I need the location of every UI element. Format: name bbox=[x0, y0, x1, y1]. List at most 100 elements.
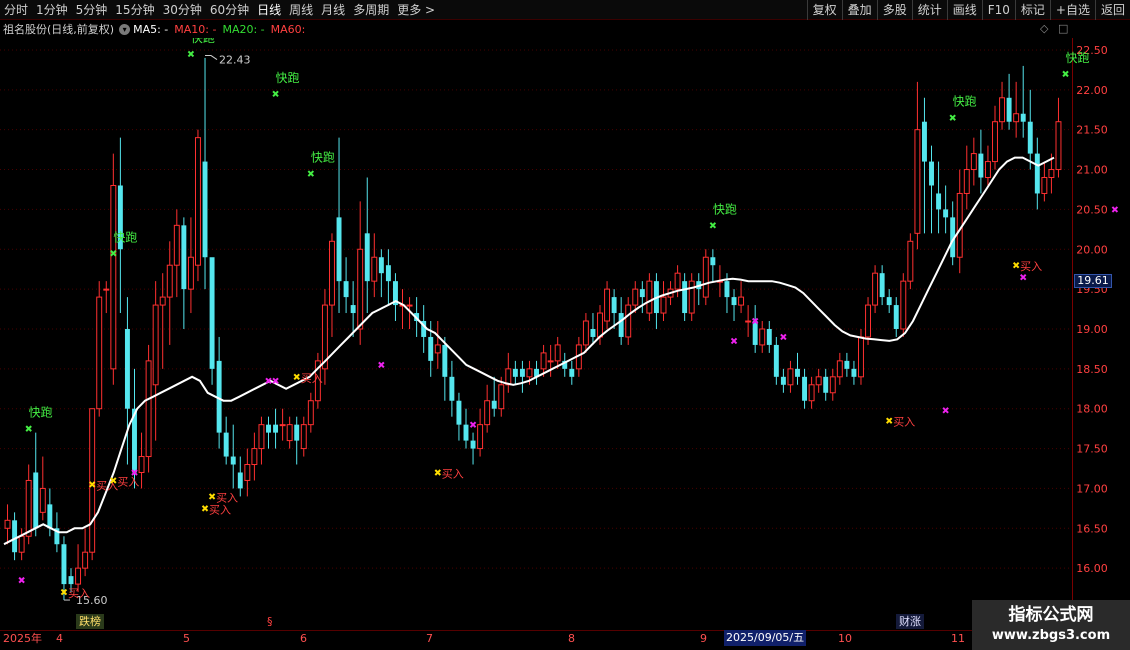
current-price-tag: 19.61 bbox=[1074, 274, 1112, 288]
buy-signal-label: 买入 bbox=[117, 475, 139, 488]
candle-body-up bbox=[244, 464, 251, 481]
y-tick-label: 21.00 bbox=[1076, 164, 1108, 177]
action-buttons: 复权 叠加 多股 统计 画线 F10 标记 +自选 返回 bbox=[806, 0, 1130, 20]
candle-body-down bbox=[364, 233, 370, 282]
candle-body-down bbox=[844, 360, 850, 369]
y-tick-label: 18.00 bbox=[1076, 403, 1108, 416]
candle-body-up bbox=[829, 376, 836, 394]
candle-body-up bbox=[865, 304, 872, 338]
action-button-0[interactable]: 复权 bbox=[806, 0, 842, 20]
candle-body-up bbox=[279, 424, 286, 427]
y-tick-label: 19.00 bbox=[1076, 323, 1108, 336]
magenta-signal-marker bbox=[1111, 206, 1119, 213]
month-label-8: 8 bbox=[568, 632, 575, 645]
high-price-label: 22.43 bbox=[219, 54, 251, 67]
candle-body-down bbox=[491, 400, 497, 409]
candle-body-down bbox=[879, 273, 885, 298]
candle-body-up bbox=[632, 288, 639, 306]
y-tick-label: 17.00 bbox=[1076, 482, 1108, 495]
y-tick-label: 17.50 bbox=[1076, 443, 1108, 456]
action-button-3[interactable]: 统计 bbox=[911, 0, 947, 20]
candle-body-up bbox=[329, 240, 335, 306]
month-label-9: 9 bbox=[700, 632, 707, 645]
sell-signal-marker bbox=[25, 425, 32, 432]
sell-signal-label: 快跑 bbox=[276, 71, 300, 85]
year-label: 2025年 bbox=[3, 632, 42, 645]
candle-body-up bbox=[992, 121, 998, 163]
dropdown-circle-icon[interactable]: ▾ bbox=[119, 23, 131, 35]
sell-signal-label: 快跑 bbox=[713, 202, 737, 216]
action-button-4[interactable]: 画线 bbox=[946, 0, 982, 20]
month-label-5: 5 bbox=[183, 632, 190, 645]
high-pointer bbox=[205, 55, 218, 60]
sell-signal-marker bbox=[307, 170, 315, 177]
action-button-6[interactable]: 标记 bbox=[1014, 0, 1050, 20]
period-tab-0[interactable]: 分时 bbox=[0, 0, 32, 20]
ma5-label: MA5: - bbox=[133, 22, 169, 36]
kline-chart[interactable]: 16.0016.5017.0017.5018.0018.5019.0019.50… bbox=[0, 38, 1130, 614]
period-tab-8[interactable]: 月线 bbox=[317, 0, 349, 20]
watermark-title: 指标公式网 bbox=[1008, 605, 1094, 625]
candle-body-up bbox=[702, 256, 709, 298]
action-button-2[interactable]: 多股 bbox=[876, 0, 912, 20]
candle-body-down bbox=[470, 440, 476, 449]
ma60-label: MA60: bbox=[270, 22, 306, 36]
candle-body-up bbox=[808, 384, 815, 402]
candle-body-down bbox=[47, 504, 53, 529]
magenta-signal-marker bbox=[780, 333, 787, 341]
candle-body-down bbox=[33, 472, 39, 529]
action-button-1[interactable]: 叠加 bbox=[841, 0, 877, 20]
period-tab-4[interactable]: 30分钟 bbox=[159, 0, 206, 20]
dieban-tag[interactable]: 跌榜 bbox=[76, 614, 104, 629]
candle-body-up bbox=[96, 296, 103, 410]
candle-body-down bbox=[590, 328, 596, 337]
candle-body-down bbox=[639, 289, 645, 298]
sell-signal-label: 快跑 bbox=[311, 151, 335, 165]
candle-body-up bbox=[872, 272, 879, 306]
sell-signal-marker bbox=[187, 50, 195, 58]
period-tab-7[interactable]: 周线 bbox=[285, 0, 317, 20]
candle-body-up bbox=[688, 280, 695, 314]
action-button-8[interactable]: 返回 bbox=[1094, 0, 1130, 20]
period-tabs: 分时 1分钟 5分钟 15分钟 30分钟 60分钟 日线 周线 月线 多周期 更多 > bbox=[0, 0, 439, 20]
period-tab-5[interactable]: 60分钟 bbox=[206, 0, 253, 20]
candle-body-down bbox=[378, 257, 384, 274]
period-tab-2[interactable]: 5分钟 bbox=[72, 0, 112, 20]
candle-body-down bbox=[1034, 153, 1040, 194]
candle-body-up bbox=[110, 184, 117, 370]
ma10-label: MA10: - bbox=[174, 22, 217, 36]
candle-body-up bbox=[836, 360, 843, 378]
selected-date-box: 2025/09/05/五 bbox=[724, 630, 807, 646]
period-tab-1[interactable]: 1分钟 bbox=[32, 0, 72, 20]
action-button-7[interactable]: +自选 bbox=[1049, 0, 1095, 20]
candle-body-up bbox=[251, 448, 258, 466]
candle-body-up bbox=[406, 304, 413, 307]
buy-signal-marker bbox=[293, 373, 300, 381]
period-tab-3[interactable]: 15分钟 bbox=[111, 0, 158, 20]
caizhang-tag[interactable]: 财涨 bbox=[896, 614, 924, 629]
candle-body-up bbox=[194, 137, 201, 266]
candle-body-down bbox=[731, 297, 737, 306]
magenta-signal-marker bbox=[378, 361, 385, 369]
y-tick-label: 16.00 bbox=[1076, 562, 1108, 575]
candle-body-down bbox=[851, 368, 857, 377]
diamond-icon[interactable]: ◇ bbox=[1040, 22, 1048, 35]
candle-body-up bbox=[582, 320, 589, 346]
candle-body-up bbox=[540, 352, 547, 370]
period-tab-6[interactable]: 日线 bbox=[253, 0, 285, 20]
candle-body-down bbox=[223, 432, 229, 457]
candle-body-down bbox=[350, 305, 356, 314]
candle-body-down bbox=[336, 217, 342, 282]
candle-body-down bbox=[569, 368, 575, 377]
square-icon[interactable]: □ bbox=[1058, 22, 1068, 35]
action-button-5[interactable]: F10 bbox=[981, 0, 1015, 20]
watermark-url: www.zbgs3.com bbox=[991, 628, 1111, 643]
candle-body-up bbox=[82, 551, 89, 569]
buy-signal-label: 买入 bbox=[301, 372, 323, 385]
candle-body-down bbox=[943, 209, 949, 218]
month-label-11: 11 bbox=[951, 632, 965, 645]
period-tab-10[interactable]: 更多 > bbox=[393, 0, 439, 20]
candle-body-up bbox=[484, 400, 491, 426]
period-tab-9[interactable]: 多周期 bbox=[349, 0, 393, 20]
candle-body-up bbox=[25, 479, 32, 537]
